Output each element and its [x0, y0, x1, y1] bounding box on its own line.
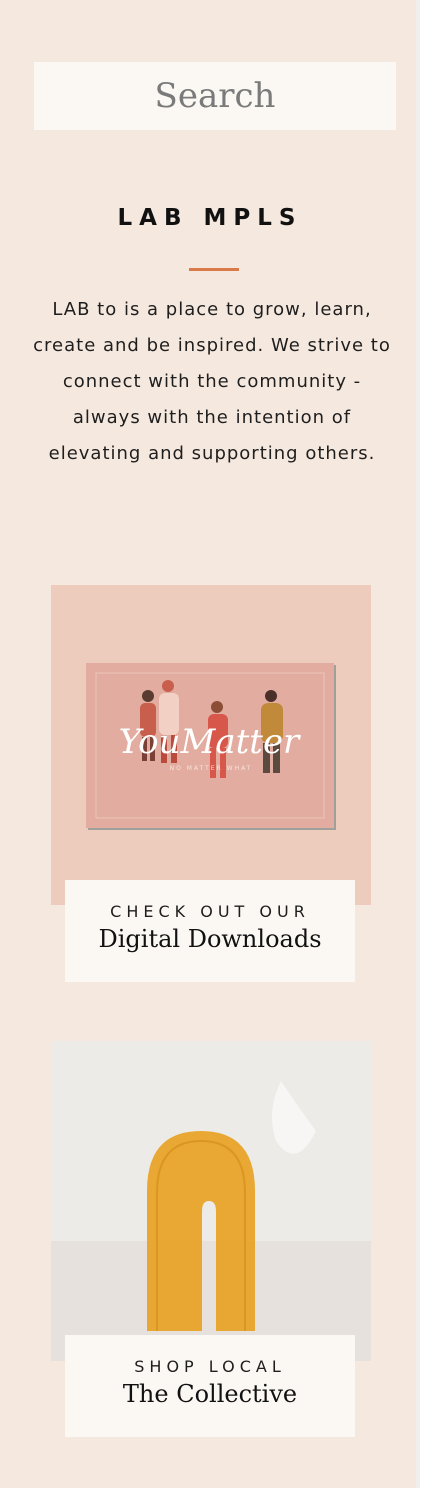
search-input[interactable] — [34, 62, 396, 130]
youmatter-subtext: NO MATTER WHAT — [170, 765, 253, 772]
arch-object-photo — [51, 1041, 371, 1361]
youmatter-lettering: YouMatter — [119, 722, 301, 762]
digital-downloads-link[interactable]: Digital Downloads — [65, 925, 355, 953]
digital-downloads-kicker: CHECK OUT OUR — [110, 902, 310, 921]
digital-downloads-card[interactable]: CHECK OUT OUR Digital Downloads — [65, 880, 355, 982]
sidebar-page: LAB MPLS LAB to is a place to grow, lear… — [0, 0, 420, 1488]
collective-card[interactable]: SHOP LOCAL The Collective — [65, 1335, 355, 1437]
about-text: LAB to is a place to grow, learn, create… — [33, 299, 391, 464]
collective-kicker: SHOP LOCAL — [134, 1357, 286, 1376]
brand-title: LAB MPLS — [117, 205, 303, 231]
digital-downloads-image[interactable]: YouMatter NO MATTER WHAT — [51, 585, 371, 905]
collective-image[interactable] — [51, 1041, 371, 1361]
collective-link[interactable]: The Collective — [65, 1380, 355, 1408]
youmatter-card-illustration: YouMatter NO MATTER WHAT — [86, 663, 336, 830]
accent-divider — [189, 268, 239, 271]
